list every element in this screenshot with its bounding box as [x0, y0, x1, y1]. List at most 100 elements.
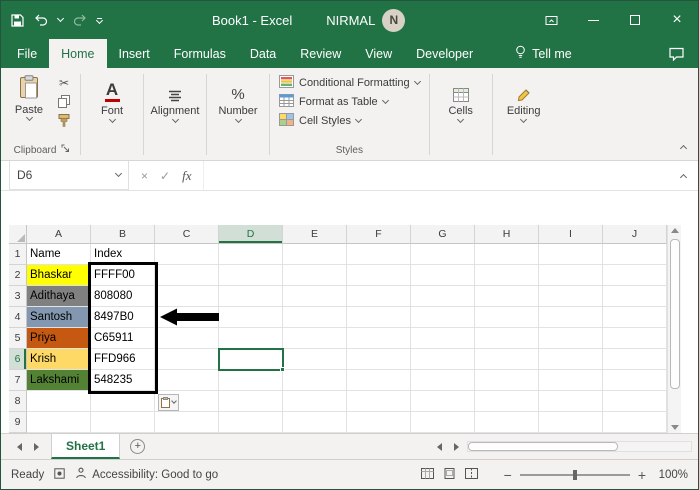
cell[interactable] — [603, 349, 667, 370]
tab-file[interactable]: File — [5, 39, 49, 68]
cell[interactable] — [411, 244, 475, 265]
cell[interactable] — [283, 286, 347, 307]
cell[interactable] — [91, 412, 155, 433]
cell[interactable] — [219, 370, 283, 391]
vertical-scrollbar-thumb[interactable] — [669, 239, 680, 389]
comment-icon[interactable] — [655, 39, 698, 68]
cell[interactable] — [155, 370, 219, 391]
name-box[interactable]: D6 — [9, 161, 129, 190]
cell[interactable] — [475, 412, 539, 433]
cell[interactable] — [411, 391, 475, 412]
column-header-i[interactable]: I — [539, 225, 603, 244]
cell[interactable] — [219, 265, 283, 286]
column-header-c[interactable]: C — [155, 225, 219, 244]
maximize-button[interactable] — [614, 1, 656, 39]
row-header-3[interactable]: 3 — [9, 286, 27, 307]
copy-button[interactable] — [58, 95, 70, 108]
cell[interactable] — [475, 244, 539, 265]
cell[interactable] — [411, 349, 475, 370]
close-button[interactable]: × — [656, 1, 698, 39]
cell[interactable] — [347, 328, 411, 349]
cell[interactable] — [475, 286, 539, 307]
hscroll-right-icon[interactable] — [448, 434, 465, 459]
ribbon-display-options-icon[interactable] — [545, 14, 558, 27]
macro-record-icon[interactable] — [54, 467, 65, 482]
name-box-dropdown-icon[interactable] — [114, 169, 123, 178]
cell[interactable] — [91, 391, 155, 412]
row-header-4[interactable]: 4 — [9, 307, 27, 328]
paste-options-button[interactable] — [158, 394, 179, 411]
cell[interactable] — [539, 286, 603, 307]
sheet-nav-left-icon[interactable] — [11, 434, 28, 459]
column-header-g[interactable]: G — [411, 225, 475, 244]
column-header-b[interactable]: B — [91, 225, 155, 244]
cell[interactable] — [155, 244, 219, 265]
customize-quick-access-toolbar-icon[interactable] — [95, 16, 104, 24]
cell[interactable] — [475, 328, 539, 349]
cell-styles-button[interactable]: Cell Styles — [279, 113, 420, 129]
cell[interactable] — [155, 349, 219, 370]
undo-dropdown-icon[interactable] — [56, 14, 65, 23]
cell[interactable] — [219, 307, 283, 328]
cell[interactable] — [603, 244, 667, 265]
scroll-down-icon[interactable] — [670, 425, 679, 430]
format-painter-button[interactable] — [58, 114, 70, 127]
cell[interactable] — [539, 412, 603, 433]
cell[interactable] — [603, 265, 667, 286]
enter-icon[interactable]: ✓ — [160, 169, 170, 183]
zoom-slider-thumb[interactable] — [572, 469, 577, 480]
cell[interactable] — [283, 391, 347, 412]
column-header-h[interactable]: H — [475, 225, 539, 244]
cell-a7[interactable]: Lakshami — [27, 370, 91, 391]
cell-b5[interactable]: C65911 — [91, 328, 155, 349]
tab-home[interactable]: Home — [49, 39, 107, 68]
cell[interactable] — [347, 265, 411, 286]
cell[interactable] — [283, 370, 347, 391]
cell[interactable] — [219, 244, 283, 265]
cell[interactable] — [411, 307, 475, 328]
cell[interactable] — [155, 412, 219, 433]
paste-button[interactable]: Paste — [9, 73, 49, 127]
save-icon[interactable] — [11, 13, 24, 27]
row-header-7[interactable]: 7 — [9, 370, 27, 391]
accessibility-status[interactable]: Accessibility: Good to go — [75, 467, 218, 482]
cell[interactable] — [603, 370, 667, 391]
zoom-in-button[interactable]: + — [638, 468, 646, 482]
cell[interactable] — [283, 349, 347, 370]
tell-me-button[interactable]: Tell me — [507, 39, 580, 68]
page-layout-view-button[interactable] — [443, 467, 456, 482]
cell[interactable] — [539, 265, 603, 286]
cell[interactable] — [347, 370, 411, 391]
column-header-j[interactable]: J — [603, 225, 667, 244]
cell[interactable] — [219, 286, 283, 307]
scroll-up-icon[interactable] — [670, 228, 679, 233]
zoom-slider[interactable] — [519, 469, 630, 480]
cell[interactable] — [219, 391, 283, 412]
cell-b2[interactable]: FFFF00 — [91, 265, 155, 286]
formula-input[interactable] — [204, 161, 669, 190]
cell[interactable] — [475, 391, 539, 412]
cell[interactable] — [475, 349, 539, 370]
zoom-out-button[interactable]: − — [504, 468, 512, 482]
alignment-group-button[interactable]: Alignment — [147, 71, 203, 160]
cell[interactable] — [155, 265, 219, 286]
tab-developer[interactable]: Developer — [404, 39, 485, 68]
cell-a3[interactable]: Adithaya — [27, 286, 91, 307]
cell[interactable] — [27, 391, 91, 412]
sheet-tab-sheet1[interactable]: Sheet1 — [51, 434, 121, 459]
undo-button[interactable] — [34, 14, 48, 26]
cell[interactable] — [283, 244, 347, 265]
horizontal-scrollbar-thumb[interactable] — [468, 442, 618, 451]
vertical-scrollbar[interactable] — [667, 225, 681, 433]
cell[interactable] — [347, 286, 411, 307]
cell[interactable] — [411, 412, 475, 433]
cells-group-button[interactable]: Cells — [433, 71, 489, 160]
cell[interactable] — [539, 244, 603, 265]
row-header-6[interactable]: 6 — [9, 349, 27, 370]
sheet-nav-right-icon[interactable] — [28, 434, 45, 459]
number-group-button[interactable]: % Number — [210, 71, 266, 160]
cell[interactable] — [411, 370, 475, 391]
cell[interactable] — [347, 391, 411, 412]
hscroll-left-icon[interactable] — [431, 434, 448, 459]
cut-button[interactable]: ✂ — [59, 76, 69, 89]
